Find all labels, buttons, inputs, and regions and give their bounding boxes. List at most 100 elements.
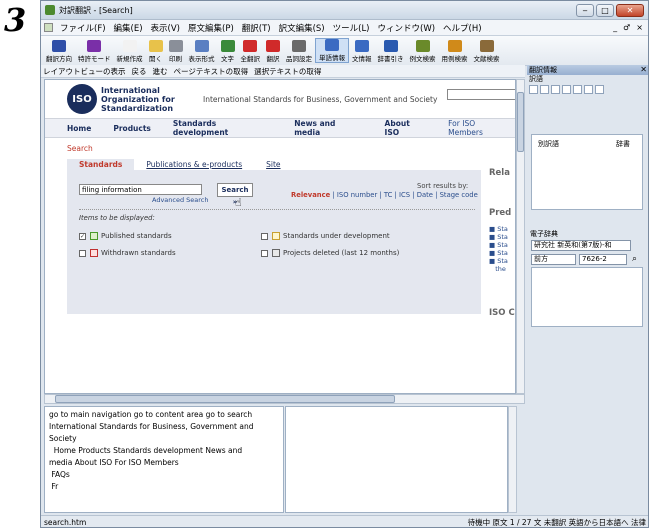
members-link[interactable]: For ISO Members <box>448 119 511 137</box>
forward-button[interactable]: 進む <box>153 66 168 77</box>
back-button[interactable]: 戻る <box>132 66 147 77</box>
dictionary-select[interactable]: 研究社 新英和(第7版)-和 <box>531 240 631 251</box>
toolbar-button-6[interactable]: 文字 <box>218 40 238 63</box>
text-pane-scrollbar[interactable] <box>508 406 517 513</box>
checkbox-withdrawn[interactable] <box>79 249 86 257</box>
mdi-close-button[interactable]: × <box>636 23 643 32</box>
nav-news-media[interactable]: News and media <box>294 119 362 137</box>
source-text-pane[interactable]: go to main navigation go to content area… <box>44 406 284 513</box>
dictionary-result-box[interactable] <box>531 267 643 327</box>
option-under-development[interactable]: Standards under development <box>261 232 390 240</box>
toolbar-button-2[interactable]: 新規作成 <box>114 40 146 63</box>
toolbar-button-12[interactable]: 辞書引き <box>375 40 407 63</box>
close-button[interactable]: ✕ <box>616 3 644 17</box>
tab-standards[interactable]: Standards <box>67 159 135 170</box>
advanced-search-link[interactable]: Advanced Search <box>152 196 209 204</box>
nav-about-iso[interactable]: About ISO <box>385 119 427 137</box>
mdi-minimize-button[interactable]: _ <box>613 23 617 32</box>
toolbar-button-7[interactable]: 全翻訳 <box>238 40 264 63</box>
right-link[interactable]: the <box>489 265 508 273</box>
menu-target-edit[interactable]: 訳文編集(S) <box>275 22 329 34</box>
sort-date[interactable]: Date <box>417 191 433 199</box>
code-select[interactable]: 7626-2 <box>579 254 627 265</box>
maximize-button[interactable]: □ <box>596 3 614 17</box>
sort-iso-number[interactable]: ISO number <box>337 191 377 199</box>
menu-file[interactable]: ファイル(F) <box>56 22 110 34</box>
toolbar-button-5[interactable]: 表示形式 <box>186 40 218 63</box>
menu-tools[interactable]: ツール(L) <box>329 22 374 34</box>
trash-icon <box>272 249 280 257</box>
target-text-pane[interactable] <box>285 406 508 513</box>
right-link[interactable]: ■ Sta <box>489 241 508 249</box>
icon-button[interactable] <box>540 85 549 94</box>
toolbar-button-15[interactable]: 文献検索 <box>471 40 503 63</box>
search-button[interactable]: Search » <box>217 183 253 206</box>
tab-publications[interactable]: Publications & e-products <box>134 159 254 170</box>
toolbar-button-8[interactable]: 翻訳 <box>263 40 283 63</box>
sort-stage-code[interactable]: Stage code <box>440 191 478 199</box>
browser-vertical-scrollbar[interactable] <box>516 79 525 394</box>
scroll-thumb[interactable] <box>517 92 524 152</box>
icon-button[interactable] <box>573 85 582 94</box>
checkbox-under-development[interactable] <box>261 232 268 240</box>
toolbar-button-0[interactable]: 翻訳方向 <box>43 40 75 63</box>
nav-home[interactable]: Home <box>67 124 91 133</box>
panel-close-icon[interactable]: ✕ <box>640 65 647 75</box>
minimize-button[interactable]: ‒ <box>576 3 594 17</box>
menu-help[interactable]: ヘルプ(H) <box>439 22 486 34</box>
icon-button[interactable] <box>595 85 604 94</box>
iso-header-search-input[interactable] <box>447 89 515 100</box>
tab-site[interactable]: Site <box>254 159 292 170</box>
right-link[interactable]: ■ Sta <box>489 257 508 265</box>
toolbar-button-11[interactable]: 文情報 <box>349 40 375 63</box>
toolbar-button-9[interactable]: 品詞設定 <box>283 40 315 63</box>
get-page-text-button[interactable]: ページテキストの取得 <box>174 66 249 77</box>
menu-window[interactable]: ウィンドウ(W) <box>374 22 440 34</box>
toolbar-button-label: 印刷 <box>169 55 182 63</box>
search-input[interactable]: filing information <box>79 184 202 195</box>
layout-view-button[interactable]: レイアウトビューの表示 <box>43 66 126 77</box>
option-published[interactable]: ✓ Published standards <box>79 232 172 240</box>
icon-button[interactable] <box>562 85 571 94</box>
option-withdrawn[interactable]: Withdrawn standards <box>79 249 176 257</box>
match-mode-select[interactable]: 前方 <box>531 254 576 265</box>
menu-source-edit[interactable]: 原文編集(P) <box>184 22 238 34</box>
scroll-thumb[interactable] <box>55 395 395 403</box>
sort-ics[interactable]: ICS <box>399 191 410 199</box>
nav-products[interactable]: Products <box>113 124 151 133</box>
nav-standards-development[interactable]: Standards development <box>173 119 272 137</box>
icon-button[interactable] <box>584 85 593 94</box>
right-link[interactable]: ■ Sta <box>489 249 508 257</box>
get-selected-text-button[interactable]: 選択テキストの取得 <box>254 66 321 77</box>
binoculars-icon[interactable]: ⌕ <box>632 254 643 265</box>
menu-translate[interactable]: 翻訳(T) <box>238 22 275 34</box>
icon-button[interactable] <box>551 85 560 94</box>
mdi-restore-button[interactable]: ♂ <box>623 23 630 32</box>
iso-logo[interactable]: ISO <box>67 84 97 114</box>
toolbar-button-13[interactable]: 例文検索 <box>407 40 439 63</box>
checkbox-published[interactable]: ✓ <box>79 232 86 240</box>
menu-edit[interactable]: 編集(E) <box>110 22 147 34</box>
pointer-cursor-icon: ☝ <box>235 196 242 209</box>
sort-relevance[interactable]: Relevance <box>291 191 330 199</box>
breadcrumb[interactable]: Search <box>67 144 515 153</box>
icon-button[interactable] <box>529 85 538 94</box>
patent-mode-icon <box>87 40 102 52</box>
toolbar-button-14[interactable]: 用例検索 <box>439 40 471 63</box>
menu-view[interactable]: 表示(V) <box>147 22 184 34</box>
browser-horizontal-scrollbar[interactable] <box>44 394 525 404</box>
checkbox-deleted-projects[interactable] <box>261 249 268 257</box>
right-link[interactable]: ■ Sta <box>489 233 508 241</box>
print-icon <box>168 40 183 52</box>
right-link-label: Sta <box>497 233 508 241</box>
right-link[interactable]: ■ Sta <box>489 225 508 233</box>
panel-title: 翻訳情報 <box>529 66 557 74</box>
toolbar-button-10[interactable]: 単語情報 <box>315 38 349 63</box>
toolbar-button-4[interactable]: 印刷 <box>166 40 186 63</box>
option-deleted-projects[interactable]: Projects deleted (last 12 months) <box>261 249 399 257</box>
toolbar-button-1[interactable]: 特許モード <box>75 40 114 63</box>
alt-translation-box[interactable]: 別訳語 辞書 <box>531 134 643 210</box>
sort-tc[interactable]: TC <box>384 191 393 199</box>
right-link-label: Sta <box>497 241 508 249</box>
toolbar-button-3[interactable]: 開く <box>146 40 166 63</box>
